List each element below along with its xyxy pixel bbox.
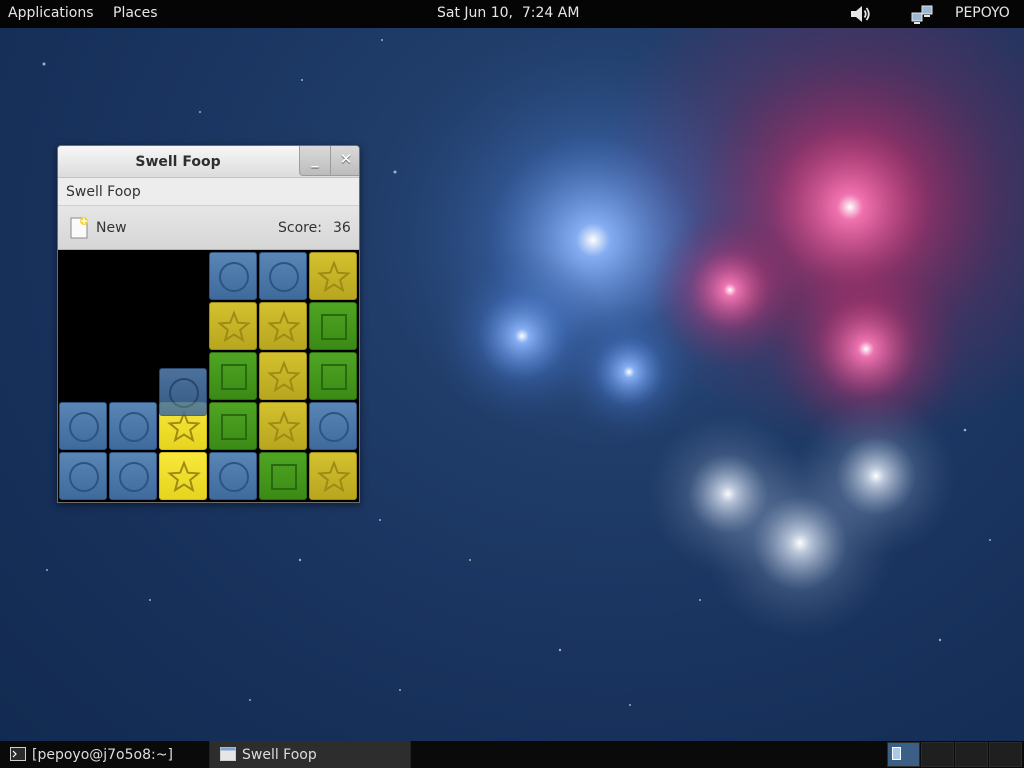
taskbar-item-swell-foop[interactable]: Swell Foop [210,741,411,768]
tile-blue-circle[interactable] [109,452,157,500]
tile-yellow-star[interactable] [209,302,257,350]
circle-icon [119,462,149,492]
app-menu[interactable]: Swell Foop [66,184,141,200]
applications-menu[interactable]: Applications [8,5,94,21]
tile-yellow-star[interactable] [259,302,307,350]
tile-blue-circle[interactable] [259,252,307,300]
tile-yellow-star[interactable] [309,452,357,500]
square-icon [271,464,297,490]
circle-icon [269,262,299,292]
tile-yellow-star[interactable] [259,402,307,450]
window-title: Swell Foop [135,154,221,170]
square-icon [221,414,247,440]
tile-falling [159,368,207,416]
places-menu[interactable]: Places [113,5,158,21]
tile-green-square[interactable] [209,352,257,400]
workspace-switcher [886,741,1024,768]
tile-yellow-star[interactable] [309,252,357,300]
bottom-panel: [pepoyo@j7o5o8:~] Swell Foop [0,741,1024,768]
minimize-button[interactable]: _ [299,146,330,176]
network-icon[interactable] [910,3,934,25]
tile-yellow-star[interactable] [259,352,307,400]
game-board[interactable] [58,250,359,502]
swell-foop-window: Swell Foop _ ✕ Swell Foop New Score: 36 [57,145,360,503]
user-menu[interactable]: PEPOYO [955,5,1010,21]
circle-icon [319,412,349,442]
tile-green-square[interactable] [309,352,357,400]
workspace-2[interactable] [921,742,954,767]
star-icon [167,460,201,493]
new-game-label: New [96,220,127,236]
window-icon [220,747,236,761]
close-button[interactable]: ✕ [330,146,359,176]
volume-icon[interactable] [849,3,873,25]
top-panel: Applications Places Sat Jun 10, 7:24 AM … [0,0,1024,28]
tile-blue-circle[interactable] [309,402,357,450]
tile-blue-circle[interactable] [209,252,257,300]
tile-blue-circle[interactable] [59,402,107,450]
star-icon [217,310,251,343]
square-icon [321,314,347,340]
menubar: Swell Foop [58,178,359,206]
terminal-icon [10,747,26,761]
star-icon [317,260,351,293]
tile-blue-circle[interactable] [109,402,157,450]
circle-icon [69,462,99,492]
new-document-icon [70,217,88,239]
window-titlebar[interactable]: Swell Foop _ ✕ [58,146,359,178]
clock[interactable]: Sat Jun 10, 7:24 AM [437,5,579,21]
circle-icon [69,412,99,442]
tile-green-square[interactable] [309,302,357,350]
star-icon [317,460,351,493]
taskbar-item-label: [pepoyo@j7o5o8:~] [32,747,173,763]
taskbar-item-label: Swell Foop [242,747,317,763]
score-value: 36 [333,220,351,236]
circle-icon [219,262,249,292]
taskbar-item-terminal[interactable]: [pepoyo@j7o5o8:~] [0,741,210,768]
workspace-1[interactable] [887,742,920,767]
workspace-3[interactable] [955,742,988,767]
tile-blue-circle[interactable] [209,452,257,500]
tile-blue-circle[interactable] [59,452,107,500]
workspace-window-thumbnail [892,747,901,760]
star-icon [267,310,301,343]
tile-green-square[interactable] [259,452,307,500]
star-icon [267,360,301,393]
circle-icon [119,412,149,442]
star-icon [267,410,301,443]
workspace-4[interactable] [989,742,1022,767]
circle-icon [169,378,199,408]
square-icon [321,364,347,390]
circle-icon [219,462,249,492]
toolbar: New Score: 36 [58,206,359,250]
tile-green-square[interactable] [209,402,257,450]
square-icon [221,364,247,390]
tile-yellow-star[interactable] [159,452,207,500]
score-label: Score: [278,220,322,236]
